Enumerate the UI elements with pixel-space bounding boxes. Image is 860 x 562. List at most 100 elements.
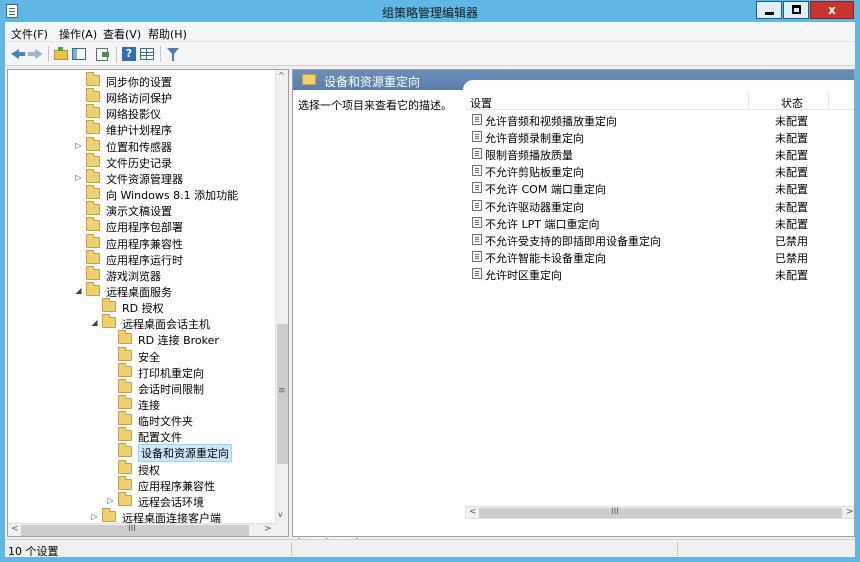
folder-icon [86,168,100,183]
policy-name: 限制音频播放质量 [485,149,573,163]
policy-row[interactable]: 允许时区重定向 未配置 [465,265,854,282]
policy-row[interactable]: 不允许 LPT 端口重定向 未配置 [465,214,854,231]
tree-item[interactable]: 应用程序运行时 [8,249,278,267]
tree-item-label: 文件历史记录 [106,156,172,170]
expand-toggle-icon[interactable]: ▷ [74,172,83,184]
column-header-state[interactable]: 状态 [749,93,829,110]
header-curve [463,80,854,90]
folder-icon [118,491,132,506]
up-level-button[interactable] [53,46,69,62]
policy-row[interactable]: 允许音频录制重定向 未配置 [465,128,854,145]
scroll-right-icon[interactable]: > [846,507,854,517]
tree-item-label: RD 授权 [122,302,164,316]
tree-item-label: 网络投影仪 [106,108,161,122]
minimize-button[interactable] [756,1,782,19]
expand-toggle-icon[interactable]: ◢ [74,285,83,297]
menu-bar: 文件(F) 操作(A) 查看(V) 帮助(H) [5,22,855,42]
filter-button[interactable] [165,46,181,62]
tree-item[interactable]: 应用程序包部署 [8,217,278,234]
folder-icon [86,104,100,119]
settings-list: 设置 状态 允许音频和视频播放重定向 未配置 允许音频录制重定向 未配置 限制音频播放质… [465,90,854,536]
show-hide-tree-button[interactable] [71,46,87,62]
tree-item[interactable]: 维护计划程序 [8,120,278,137]
policy-name: 允许音频和视频播放重定向 [485,115,617,128]
scroll-up-icon[interactable]: ^ [278,71,285,80]
scroll-left-icon[interactable]: < [11,524,19,534]
tree-item[interactable]: ▷ 远程会话环境 [8,491,278,509]
tree-item[interactable]: ▷ 文件资源管理器 [8,168,278,186]
policy-row[interactable]: 限制音频播放质量 未配置 [465,145,854,163]
help-button[interactable]: ? [121,46,137,62]
policy-row[interactable]: 不允许 COM 端口重定向 未配置 [465,179,854,196]
details-horizontal-scrollbar[interactable]: < III > [465,506,854,519]
tree-item[interactable]: RD 授权 [8,298,278,316]
scroll-left-icon[interactable]: < [469,507,477,517]
tree-item[interactable]: 演示文稿设置 [8,201,278,219]
export-list-button[interactable] [95,46,111,62]
policy-row[interactable]: 不允许驱动器重定向 未配置 [465,197,854,214]
tree-item[interactable]: 网络投影仪 [8,104,278,122]
tree-item[interactable]: 连接 [8,395,278,412]
tree-item[interactable]: 应用程序兼容性 [8,475,278,493]
tree-vertical-scrollbar[interactable]: ^ ≡ v [275,70,288,536]
forward-button[interactable] [28,46,44,62]
tree-item[interactable]: 应用程序兼容性 [8,233,278,251]
folder-icon [302,74,316,85]
tree-item[interactable]: 会话时间限制 [8,378,278,396]
column-header-extra[interactable] [829,93,854,110]
expand-toggle-icon[interactable]: ▷ [74,140,83,152]
status-text: 10 个设置 [8,545,59,558]
tree-item[interactable]: RD 连接 Broker [8,330,278,347]
policy-name: 允许时区重定向 [485,268,562,282]
policy-row[interactable]: 允许音频和视频播放重定向 未配置 [465,111,854,128]
tree-item[interactable]: ▷ 位置和传感器 [8,136,278,154]
tree-item[interactable]: 文件历史记录 [8,152,278,170]
policy-setting-icon [472,165,482,177]
close-icon: x [828,3,836,17]
title-bar[interactable]: 组策略管理编辑器 x [0,0,860,22]
policy-row[interactable]: 不允许智能卡设备重定向 已禁用 [465,248,854,265]
tree-item[interactable]: 游戏浏览器 [8,265,278,283]
expand-toggle-icon[interactable]: ◢ [90,317,99,329]
tree-item[interactable]: 配置文件 [8,427,278,444]
menu-file[interactable]: 文件(F) [11,26,48,42]
folder-up-icon [54,47,68,60]
maximize-button[interactable] [783,1,809,19]
scroll-right-icon[interactable]: > [264,524,272,534]
tree-item[interactable]: 同步你的设置 [8,72,278,89]
menu-action[interactable]: 操作(A) [59,26,97,42]
details-pane: 设备和资源重定向 选择一个项目来查看它的描述。 设置 状态 允许音频和视频播放重… [292,69,855,537]
tree-item[interactable]: 授权 [8,459,278,477]
folder-icon [118,330,132,345]
tree-item[interactable]: 打印机重定向 [8,362,278,380]
menu-view[interactable]: 查看(V) [103,26,141,42]
tree-item[interactable]: ◢ 远程桌面会话主机 [8,314,278,332]
tree-item-label: 演示文稿设置 [106,205,172,219]
details-hscroll-thumb[interactable] [479,508,842,518]
column-header-setting[interactable]: 设置 [465,93,749,110]
policy-state: 未配置 [775,200,808,214]
tree-item[interactable]: 网络访问保护 [8,88,278,105]
scroll-down-icon[interactable]: v [278,510,283,519]
expand-toggle-icon[interactable]: ▷ [106,495,115,507]
tree-item-label: 远程桌面会话主机 [122,318,210,332]
policy-name: 不允许智能卡设备重定向 [485,251,606,265]
tree-item[interactable]: ◢ 远程桌面服务 [8,281,278,299]
expand-toggle-icon[interactable]: ▷ [90,511,99,523]
policy-row[interactable]: 不允许剪贴板重定向 未配置 [465,162,854,179]
tree-horizontal-scrollbar[interactable]: < III > [8,523,277,536]
menu-help[interactable]: 帮助(H) [148,26,187,42]
tree-item-label: 远程桌面服务 [106,285,172,299]
properties-button[interactable] [139,46,155,62]
policy-row[interactable]: 不允许受支持的即插即用设备重定向 已禁用 [465,231,854,248]
tree-item[interactable]: 安全 [8,346,278,364]
back-button[interactable] [11,46,27,62]
tree-item[interactable]: 临时文件夹 [8,411,278,428]
tree-item-label: 文件资源管理器 [106,172,183,186]
tree-item[interactable]: 设备和资源重定向 [8,443,278,463]
close-button[interactable]: x [810,1,854,19]
tree-item[interactable]: 向 Windows 8.1 添加功能 [8,185,278,202]
folder-icon [86,233,100,248]
policy-setting-icon [472,131,482,143]
